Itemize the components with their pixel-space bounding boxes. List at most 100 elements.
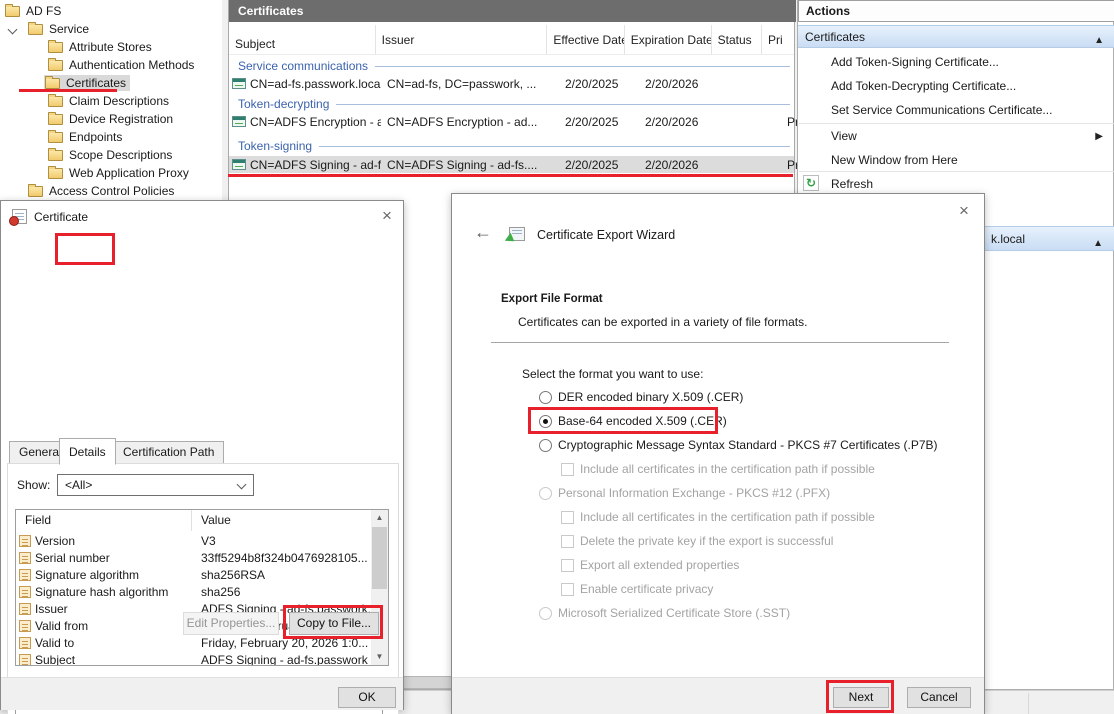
- certificate-row-service-communications[interactable]: CN=ad-fs.passwork.local CN=ad-fs, DC=pas…: [229, 75, 794, 92]
- field-icon: [19, 637, 31, 649]
- close-icon[interactable]: ×: [375, 206, 399, 228]
- certificate-row-token-signing-selected[interactable]: CN=ADFS Signing - ad-fs.p... CN=ADFS Sig…: [229, 156, 794, 173]
- tree-item-label: Device Registration: [69, 112, 173, 126]
- folder-icon: [48, 168, 63, 179]
- certificate-row-token-decrypting[interactable]: CN=ADFS Encryption - ad-f... CN=ADFS Enc…: [229, 113, 794, 130]
- tree-item-authentication-methods[interactable]: Authentication Methods: [0, 56, 222, 74]
- ok-button[interactable]: OK: [338, 687, 396, 708]
- column-header-issuer[interactable]: Issuer: [376, 25, 548, 54]
- radio-base64-encoded-selected[interactable]: Base-64 encoded X.509 (.CER): [539, 411, 727, 431]
- folder-icon: [48, 132, 63, 143]
- folder-icon: [48, 150, 63, 161]
- folder-icon: [28, 24, 43, 35]
- close-icon[interactable]: ×: [952, 201, 976, 223]
- field-icon: [19, 586, 31, 598]
- action-add-token-signing-certificate[interactable]: Add Token-Signing Certificate...: [831, 53, 999, 71]
- tree-item-label: Scope Descriptions: [69, 148, 172, 162]
- checkbox-delete-private-key: Delete the private key if the export is …: [561, 531, 833, 551]
- actions-section-certificates[interactable]: Certificates ▲: [798, 25, 1114, 48]
- list-column-headers: Subject Issuer Effective Date Expiration…: [229, 25, 794, 55]
- tree-item-label: Authentication Methods: [69, 58, 194, 72]
- group-header-token-signing: Token-signing: [229, 138, 794, 154]
- field-row-signature-hash-algorithm[interactable]: Signature hash algorithmsha256: [16, 583, 372, 600]
- column-header-status[interactable]: Status: [712, 25, 762, 54]
- show-dropdown[interactable]: <All>: [57, 474, 254, 496]
- back-arrow-icon[interactable]: ←: [474, 222, 492, 243]
- collapse-icon[interactable]: ▲: [1093, 232, 1103, 256]
- radio-icon: [539, 439, 552, 452]
- actions-panel-title: Actions: [798, 0, 1114, 22]
- column-header-primary[interactable]: Pri: [762, 25, 794, 54]
- radio-der-encoded[interactable]: DER encoded binary X.509 (.CER): [539, 387, 743, 407]
- certificate-icon: [232, 78, 246, 89]
- tree-item-endpoints[interactable]: Endpoints: [0, 128, 222, 146]
- group-header-service-communications: Service communications: [229, 58, 794, 74]
- field-row-version[interactable]: VersionV3: [16, 532, 372, 549]
- separator: [491, 342, 949, 343]
- column-header-expiration-date[interactable]: Expiration Date: [625, 25, 712, 54]
- tree-item-service[interactable]: Service: [0, 20, 222, 38]
- tree-item-device-registration[interactable]: Device Registration: [0, 110, 222, 128]
- column-header-value[interactable]: Value: [192, 510, 231, 531]
- cancel-button[interactable]: Cancel: [907, 687, 971, 708]
- copy-to-file-button[interactable]: Copy to File...: [289, 612, 379, 635]
- checkbox-icon: [561, 511, 574, 524]
- tab-certification-path[interactable]: Certification Path: [113, 441, 224, 464]
- checkbox-include-all-certs-pfx: Include all certificates in the certific…: [561, 507, 875, 527]
- tree-item-certificates[interactable]: Certificates: [0, 74, 222, 92]
- column-header-field[interactable]: Field: [16, 510, 192, 531]
- tree-item-scope-descriptions[interactable]: Scope Descriptions: [0, 146, 222, 164]
- field-row-valid-to[interactable]: Valid toFriday, February 20, 2026 1:0...: [16, 634, 372, 651]
- collapse-icon[interactable]: ▲: [1094, 30, 1104, 52]
- show-label: Show:: [17, 478, 50, 492]
- tree-item-label: Access Control Policies: [49, 184, 174, 198]
- field-icon: [19, 535, 31, 547]
- group-header-token-decrypting: Token-decrypting: [229, 96, 794, 112]
- column-header-effective-date[interactable]: Effective Date: [547, 25, 624, 54]
- chevron-expanded-icon[interactable]: [8, 24, 18, 34]
- export-wizard-icon: [509, 227, 525, 241]
- submenu-arrow-icon: ▶: [1095, 131, 1103, 142]
- vertical-scrollbar[interactable]: ▲ ▼: [371, 510, 388, 665]
- scrollbar-thumb[interactable]: [372, 527, 387, 589]
- action-add-token-decrypting-certificate[interactable]: Add Token-Decrypting Certificate...: [831, 77, 1016, 95]
- tree-item-attribute-stores[interactable]: Attribute Stores: [0, 38, 222, 56]
- action-new-window-from-here[interactable]: New Window from Here: [831, 151, 958, 169]
- action-view[interactable]: View: [831, 127, 857, 145]
- radio-pkcs7[interactable]: Cryptographic Message Syntax Standard - …: [539, 435, 938, 455]
- tree-item-label: Endpoints: [69, 130, 122, 144]
- checkbox-include-all-certs-pkcs7: Include all certificates in the certific…: [561, 459, 875, 479]
- tree-item-label: AD FS: [26, 4, 61, 18]
- action-set-service-communications-certificate[interactable]: Set Service Communications Certificate..…: [831, 101, 1052, 119]
- wizard-footer: [452, 677, 984, 714]
- radio-selected-icon: [539, 415, 552, 428]
- folder-icon: [45, 78, 60, 89]
- folder-icon: [48, 60, 63, 71]
- tree-item-adfs[interactable]: AD FS: [0, 2, 222, 20]
- radio-sst: Microsoft Serialized Certificate Store (…: [539, 603, 790, 623]
- scroll-up-icon[interactable]: ▲: [371, 510, 388, 526]
- radio-icon: [539, 607, 552, 620]
- tree-item-web-application-proxy[interactable]: Web Application Proxy: [0, 164, 222, 182]
- checkbox-icon: [561, 559, 574, 572]
- field-icon: [19, 552, 31, 564]
- column-header-subject[interactable]: Subject: [229, 25, 376, 54]
- tree-item-claim-descriptions[interactable]: Claim Descriptions: [0, 92, 222, 110]
- page-subheading: Certificates can be exported in a variet…: [518, 315, 807, 329]
- actions-section-certificate-partial[interactable]: k.local ▲: [985, 226, 1114, 251]
- certificate-icon: [232, 116, 246, 127]
- action-refresh[interactable]: Refresh: [831, 175, 873, 193]
- field-row-subject[interactable]: SubjectADFS Signing - ad-fs.passwork: [16, 651, 372, 666]
- wizard-title: Certificate Export Wizard: [537, 228, 675, 242]
- field-row-signature-algorithm[interactable]: Signature algorithmsha256RSA: [16, 566, 372, 583]
- status-bar-divider: [1028, 693, 1029, 714]
- tree-item-access-control-policies[interactable]: Access Control Policies: [0, 182, 222, 200]
- field-icon: [19, 569, 31, 581]
- tab-details[interactable]: Details: [59, 438, 116, 465]
- folder-icon: [48, 42, 63, 53]
- edit-properties-button: Edit Properties...: [183, 612, 279, 635]
- field-row-serial-number[interactable]: Serial number33ff5294b8f324b0476928105..…: [16, 549, 372, 566]
- next-button[interactable]: Next: [833, 687, 889, 708]
- scroll-down-icon[interactable]: ▼: [371, 649, 388, 665]
- page-heading: Export File Format: [501, 293, 603, 305]
